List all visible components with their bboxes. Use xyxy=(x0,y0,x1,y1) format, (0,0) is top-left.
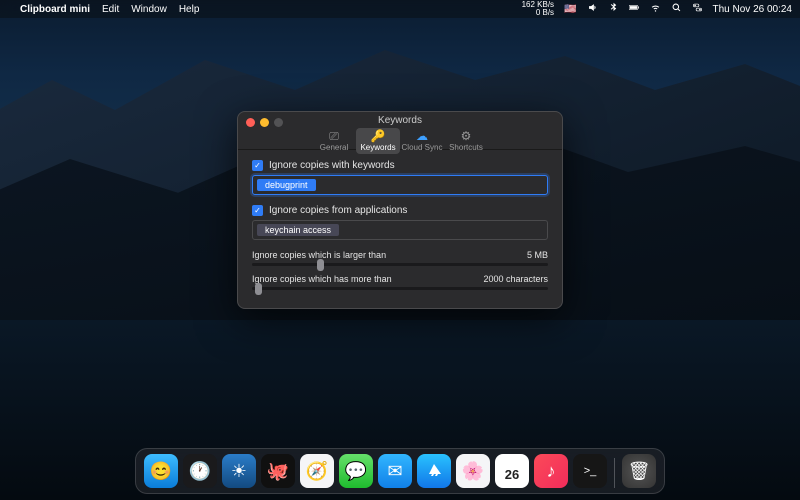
dock-app-photos[interactable]: 🌸 xyxy=(456,454,490,488)
applications-token-field[interactable]: keychain access xyxy=(252,220,548,240)
slider-thumb[interactable] xyxy=(317,259,324,271)
characters-slider[interactable] xyxy=(252,287,548,290)
dock-app-finder[interactable]: 😊 xyxy=(144,454,178,488)
menubar: Clipboard mini Edit Window Help 162 KB/s… xyxy=(0,0,800,18)
dock-app-weather[interactable]: ☀ xyxy=(222,454,256,488)
dock-app-music[interactable]: ♪ xyxy=(534,454,568,488)
preferences-window: Keywords ⎚ General 🔑 Keywords ☁ Cloud Sy… xyxy=(237,111,563,309)
checkbox-label: Ignore copies from applications xyxy=(269,205,407,216)
calendar-day: 26 xyxy=(504,471,519,479)
dock-app-messages[interactable]: 💬 xyxy=(339,454,373,488)
control-center-icon[interactable] xyxy=(692,2,703,16)
volume-icon[interactable] xyxy=(587,2,598,16)
traffic-light-zoom[interactable] xyxy=(274,118,283,127)
window-title: Keywords xyxy=(238,112,562,126)
tab-general[interactable]: ⎚ General xyxy=(312,128,356,154)
slider-value: 5 MB xyxy=(527,250,548,260)
gear-icon: ⚙ xyxy=(444,129,488,143)
checkbox-ignore-keywords[interactable]: ✓ xyxy=(252,160,263,171)
keywords-token-field[interactable]: debugprint xyxy=(252,175,548,195)
dock-app-appstore[interactable] xyxy=(417,454,451,488)
slider-thumb[interactable] xyxy=(255,283,262,295)
tab-keywords[interactable]: 🔑 Keywords xyxy=(356,128,400,154)
menu-edit[interactable]: Edit xyxy=(102,4,119,15)
dock-app-mail[interactable]: ✉ xyxy=(378,454,412,488)
traffic-light-minimize[interactable] xyxy=(260,118,269,127)
application-token[interactable]: keychain access xyxy=(257,224,339,236)
dock-separator xyxy=(614,458,615,488)
keyword-token[interactable]: debugprint xyxy=(257,179,316,191)
dock-app-safari[interactable]: 🧭 xyxy=(300,454,334,488)
input-source-icon[interactable]: 🇺🇸 xyxy=(564,4,576,15)
checkbox-ignore-apps[interactable]: ✓ xyxy=(252,205,263,216)
menubar-datetime[interactable]: Thu Nov 26 00:24 xyxy=(713,4,793,15)
preferences-toolbar: ⎚ General 🔑 Keywords ☁ Cloud Sync ⚙ Shor… xyxy=(238,128,562,154)
slider-label: Ignore copies which has more than xyxy=(252,274,392,284)
size-slider[interactable] xyxy=(252,263,548,266)
slider-value: 2000 characters xyxy=(483,274,548,284)
dock-app-terminal[interactable]: >_ xyxy=(573,454,607,488)
tab-shortcuts[interactable]: ⚙ Shortcuts xyxy=(444,128,488,154)
spotlight-icon[interactable] xyxy=(671,2,682,16)
dock-trash[interactable]: 🗑 xyxy=(622,454,656,488)
bluetooth-icon[interactable] xyxy=(608,2,619,16)
tab-label: General xyxy=(312,143,356,152)
checkbox-label: Ignore copies with keywords xyxy=(269,160,395,171)
network-speed-indicator[interactable]: 162 KB/s0 B/s xyxy=(522,1,554,17)
menu-help[interactable]: Help xyxy=(179,4,200,15)
menu-window[interactable]: Window xyxy=(131,4,167,15)
tab-label: Shortcuts xyxy=(444,143,488,152)
window-titlebar[interactable]: Keywords ⎚ General 🔑 Keywords ☁ Cloud Sy… xyxy=(238,112,562,150)
tab-label: Keywords xyxy=(356,143,400,152)
gear-slider-icon: ⎚ xyxy=(312,129,356,143)
app-name-menu[interactable]: Clipboard mini xyxy=(20,4,90,15)
dock-app-clock[interactable]: 🕐 xyxy=(183,454,217,488)
dock-app-calendar[interactable]: NOV26 xyxy=(495,454,529,488)
traffic-light-close[interactable] xyxy=(246,118,255,127)
tab-label: Cloud Sync xyxy=(400,143,444,152)
wifi-icon[interactable] xyxy=(650,2,661,16)
dock-app-octopus[interactable]: 🐙 xyxy=(261,454,295,488)
tab-cloud-sync[interactable]: ☁ Cloud Sync xyxy=(400,128,444,154)
key-icon: 🔑 xyxy=(356,129,400,143)
dock: 😊 🕐 ☀ 🐙 🧭 💬 ✉ 🌸 NOV26 ♪ >_ 🗑 xyxy=(135,448,665,494)
cloud-icon: ☁ xyxy=(400,129,444,143)
battery-icon[interactable] xyxy=(629,2,640,16)
